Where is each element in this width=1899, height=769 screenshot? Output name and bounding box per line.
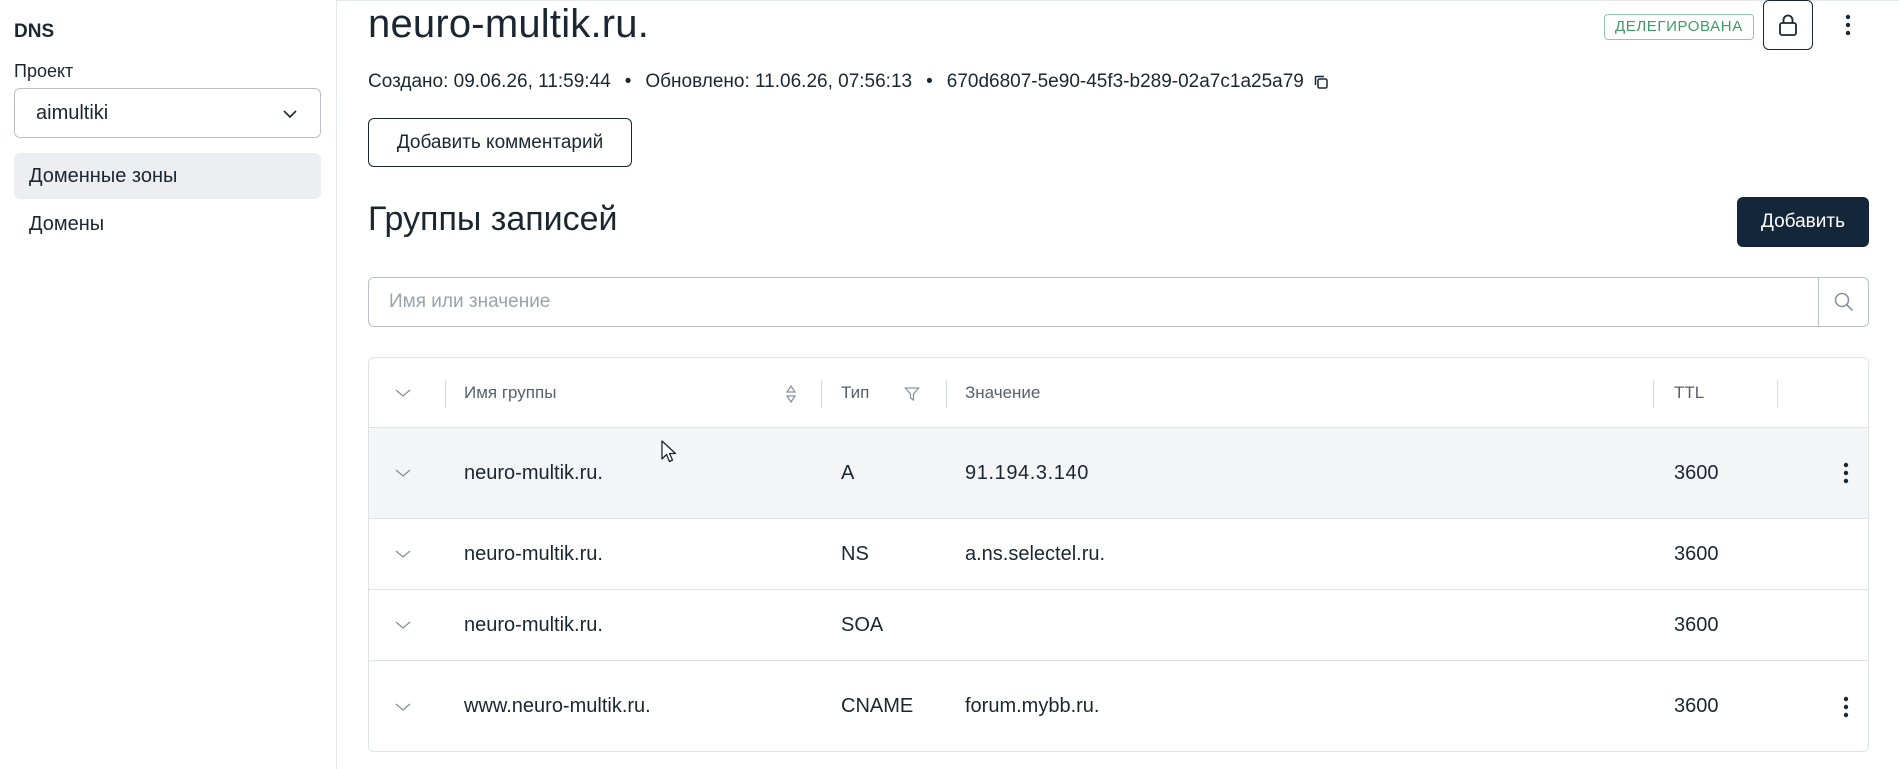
column-separator: [946, 380, 947, 408]
chevron-down-icon: [395, 702, 411, 711]
table-row[interactable]: neuro-multik.ru. NS a.ns.selectel.ru. 36…: [369, 519, 1868, 590]
row-expand-toggle[interactable]: [393, 428, 413, 518]
sort-icon[interactable]: [785, 384, 797, 404]
section-title: Группы записей: [368, 200, 618, 238]
add-comment-button[interactable]: Добавить комментарий: [368, 118, 632, 167]
chevron-down-icon: [395, 469, 411, 477]
record-type: A: [841, 461, 855, 484]
zone-id: 670d6807-5e90-45f3-b289-02a7c1a25a79: [946, 71, 1304, 92]
sidebar-title: DNS: [14, 21, 55, 42]
record-ttl: 3600: [1674, 461, 1719, 484]
mouse-cursor-icon: [661, 440, 677, 463]
table-row[interactable]: neuro-multik.ru. SOA 3600: [369, 590, 1868, 661]
record-value: forum.mybb.ru.: [965, 695, 1100, 717]
column-header-ttl: TTL: [1674, 383, 1705, 402]
column-separator: [1777, 380, 1778, 408]
kebab-vertical-icon: [1843, 696, 1849, 717]
status-badge: ДЕЛЕГИРОВАНА: [1604, 14, 1754, 40]
column-header-name[interactable]: Имя группы: [464, 358, 556, 428]
chevron-down-icon: [395, 550, 411, 558]
search-box: [368, 277, 1869, 327]
add-record-button[interactable]: Добавить: [1737, 197, 1869, 247]
copy-icon[interactable]: [1312, 73, 1330, 91]
table-header: Имя группы Тип Значение TTL: [369, 358, 1868, 428]
column-header-value: Значение: [965, 383, 1041, 402]
record-ttl: 3600: [1674, 542, 1719, 565]
kebab-vertical-icon: [1843, 462, 1849, 484]
search-button[interactable]: [1818, 278, 1868, 326]
record-name: neuro-multik.ru.: [464, 461, 603, 484]
table-row[interactable]: neuro-multik.ru. A 91.194.3.140 3600: [369, 428, 1868, 519]
sidebar-item-domain-zones[interactable]: Доменные зоны: [14, 153, 321, 199]
record-ttl: 3600: [1674, 613, 1719, 636]
updated-at: Обновлено: 11.06.26, 07:56:13: [645, 71, 913, 92]
page-title: neuro-multik.ru.: [368, 2, 650, 46]
record-type: NS: [841, 542, 869, 565]
created-at: Создано: 09.06.26, 11:59:44: [368, 71, 611, 92]
record-ttl: 3600: [1674, 695, 1719, 717]
lock-icon: [1779, 14, 1797, 36]
sidebar-item-domains[interactable]: Домены: [14, 201, 321, 247]
column-header-type[interactable]: Тип: [841, 358, 869, 428]
column-separator: [821, 380, 822, 408]
search-icon: [1834, 292, 1853, 312]
table-row[interactable]: www.neuro-multik.ru. CNAME forum.mybb.ru…: [369, 661, 1868, 751]
project-select-value: aimultiki: [36, 102, 109, 124]
sidebar: DNS Проект aimultiki Доменные зоны Домен…: [0, 0, 337, 769]
zone-meta: Создано: 09.06.26, 11:59:44 • Обновлено:…: [368, 71, 1330, 93]
main-content: neuro-multik.ru. ДЕЛЕГИРОВАНА Создано: 0…: [337, 0, 1899, 769]
lock-button[interactable]: [1763, 0, 1813, 50]
records-table: Имя группы Тип Значение TTL neuro-multik…: [368, 357, 1869, 752]
row-menu-button[interactable]: [1834, 428, 1858, 518]
project-label: Проект: [14, 61, 74, 81]
record-type: SOA: [841, 613, 884, 636]
record-value: 91.194.3.140: [965, 461, 1089, 484]
column-separator: [445, 380, 446, 408]
row-menu-button[interactable]: [1834, 661, 1858, 751]
kebab-vertical-icon: [1845, 14, 1851, 36]
record-name: neuro-multik.ru.: [464, 542, 603, 565]
filter-icon[interactable]: [904, 386, 920, 402]
chevron-down-icon: [283, 110, 297, 119]
row-expand-toggle[interactable]: [393, 661, 413, 751]
column-separator: [1653, 380, 1654, 408]
record-name: neuro-multik.ru.: [464, 613, 603, 636]
search-input[interactable]: [369, 278, 1809, 326]
row-expand-toggle[interactable]: [393, 519, 413, 589]
project-select[interactable]: aimultiki: [14, 88, 321, 138]
row-expand-toggle[interactable]: [393, 590, 413, 660]
record-type: CNAME: [841, 695, 914, 717]
more-actions-button[interactable]: [1833, 10, 1863, 40]
expand-all-toggle[interactable]: [393, 358, 413, 427]
meta-separator: •: [624, 71, 632, 92]
record-name: www.neuro-multik.ru.: [464, 695, 651, 717]
record-value: a.ns.selectel.ru.: [965, 542, 1106, 565]
meta-separator: •: [926, 71, 933, 92]
chevron-down-icon: [395, 388, 411, 397]
chevron-down-icon: [395, 621, 411, 629]
